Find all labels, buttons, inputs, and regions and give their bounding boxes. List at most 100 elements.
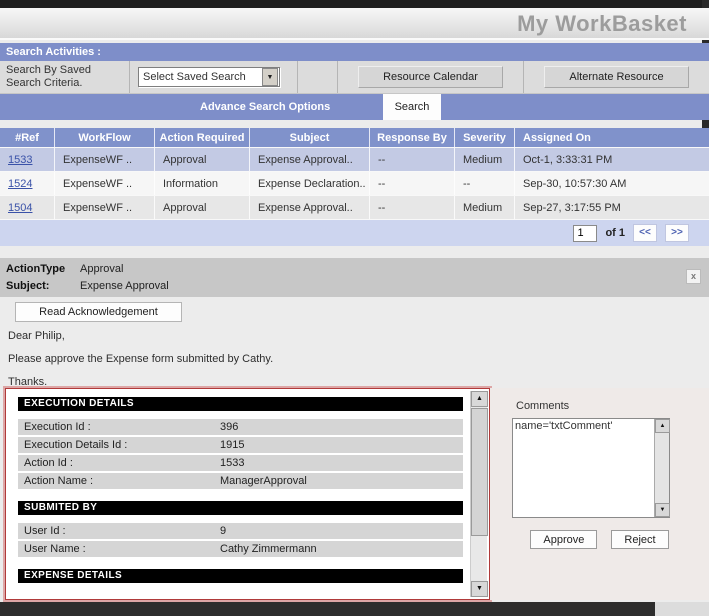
search-button[interactable]: Search xyxy=(383,94,441,120)
resource-calendar-button[interactable]: Resource Calendar xyxy=(358,66,503,88)
cell-response-by: -- xyxy=(370,148,455,171)
bottom-bar-right xyxy=(655,602,709,616)
search-activities-bar: Search Activities : xyxy=(0,43,709,61)
detail-label: Action Name : xyxy=(24,475,94,487)
action-type-value: Approval xyxy=(80,263,124,275)
detail-value: Cathy Zimmermann xyxy=(220,543,317,555)
detail-value: 396 xyxy=(220,421,239,433)
scroll-up-icon[interactable]: ▲ xyxy=(655,419,670,433)
approve-button[interactable]: Approve xyxy=(530,530,598,549)
ref-link[interactable]: 1524 xyxy=(8,178,32,190)
column-header-ref: #Ref xyxy=(0,128,55,147)
execution-detail-panel: EXECUTION DETAILS Execution Id : 396 Exe… xyxy=(5,388,490,600)
column-header-response-by: Response By xyxy=(370,128,455,147)
cell-workflow: ExpenseWF .. xyxy=(55,196,155,219)
column-header-action-required: Action Required xyxy=(155,128,250,147)
page-count-label: of 1 xyxy=(605,227,625,239)
saved-search-criteria-label: Search By Saved Search Criteria. xyxy=(0,61,130,93)
cell-severity: Medium xyxy=(455,196,515,219)
section-header-expense-details: EXPENSE DETAILS xyxy=(18,569,463,583)
cell-action-required: Information xyxy=(155,172,250,195)
close-icon[interactable]: x xyxy=(686,269,701,284)
worklist-table: #Ref WorkFlow Action Required Subject Re… xyxy=(0,128,709,220)
prev-page-button[interactable]: << xyxy=(633,224,657,242)
column-header-severity: Severity xyxy=(455,128,515,147)
detail-value: 1915 xyxy=(220,439,245,451)
alternate-resource-button[interactable]: Alternate Resource xyxy=(544,66,689,88)
scroll-up-icon[interactable]: ▲ xyxy=(471,391,488,407)
pagination-bar: of 1 << >> xyxy=(0,220,709,246)
cell-severity: -- xyxy=(455,172,515,195)
worklist-header-row: #Ref WorkFlow Action Required Subject Re… xyxy=(0,128,709,148)
column-header-workflow: WorkFlow xyxy=(55,128,155,147)
advance-search-bar: Advance Search Options Search xyxy=(0,94,709,120)
search-criteria-row: Search By Saved Search Criteria. Select … xyxy=(0,61,709,94)
workbasket-page: My WorkBasket Search Activities : Search… xyxy=(0,0,709,616)
cell-severity: Medium xyxy=(455,148,515,171)
column-header-subject: Subject xyxy=(250,128,370,147)
ref-link[interactable]: 1504 xyxy=(8,202,32,214)
detail-label: Execution Details Id : xyxy=(24,439,128,451)
ref-link[interactable]: 1533 xyxy=(8,154,32,166)
cell-response-by: -- xyxy=(370,172,455,195)
cell-workflow: ExpenseWF .. xyxy=(55,172,155,195)
cell-assigned-on: Oct-1, 3:33:31 PM xyxy=(523,153,613,166)
resource-calendar-cell: Resource Calendar xyxy=(338,61,524,93)
criteria-spacer xyxy=(298,61,338,93)
detail-row: Execution Details Id : 1915 xyxy=(18,437,463,453)
cell-subject: Expense Declaration.. xyxy=(250,172,370,195)
subject-value: Expense Approval xyxy=(80,280,169,292)
detail-row: User Id : 9 xyxy=(18,523,463,539)
detail-row: User Name : Cathy Zimmermann xyxy=(18,541,463,557)
comment-textarea[interactable]: name='txtComment' xyxy=(513,419,654,517)
chevron-down-icon[interactable]: ▼ xyxy=(262,68,278,86)
top-window-bar xyxy=(0,0,709,8)
detail-label: User Name : xyxy=(24,543,86,555)
reject-button[interactable]: Reject xyxy=(611,530,669,549)
detail-panel-scrollbar[interactable]: ▲ ▼ xyxy=(470,391,488,597)
section-header-submited-by: SUBMITED BY xyxy=(18,501,463,515)
detail-value: 1533 xyxy=(220,457,245,469)
next-page-button[interactable]: >> xyxy=(665,224,689,242)
scroll-down-icon[interactable]: ▼ xyxy=(471,581,488,597)
comments-scrollbar[interactable]: ▲ ▼ xyxy=(654,419,670,517)
scrollbar-thumb[interactable] xyxy=(471,408,488,536)
read-acknowledgement-button[interactable]: Read Acknowledgement xyxy=(15,302,182,322)
detail-value: 9 xyxy=(220,525,227,537)
cell-subject: Expense Approval.. xyxy=(250,196,370,219)
comments-panel: Comments name='txtComment' ▲ ▼ Approve R… xyxy=(490,388,709,600)
detail-row: Action Id : 1533 xyxy=(18,455,463,471)
detail-row: Execution Id : 396 xyxy=(18,419,463,435)
detail-label: Execution Id : xyxy=(24,421,91,433)
subject-label: Subject: xyxy=(6,280,50,292)
cell-workflow: ExpenseWF .. xyxy=(55,148,155,171)
detail-value: ManagerApproval xyxy=(220,475,307,487)
saved-search-cell: Select Saved Search ▼ xyxy=(130,61,298,93)
comments-label: Comments xyxy=(516,400,570,412)
page-title: My WorkBasket xyxy=(517,11,687,36)
message-line: Thanks. xyxy=(8,376,48,388)
cell-action-required: Approval xyxy=(155,196,250,219)
table-row[interactable]: 1504 ExpenseWF .. Approval Expense Appro… xyxy=(0,196,709,220)
message-line: Please approve the Expense form submitte… xyxy=(8,353,274,365)
column-header-assigned-on: Assigned On xyxy=(523,131,591,144)
table-row[interactable]: 1524 ExpenseWF .. Information Expense De… xyxy=(0,172,709,196)
table-row[interactable]: 1533 ExpenseWF .. Approval Expense Appro… xyxy=(0,148,709,172)
bottom-bar xyxy=(0,602,655,616)
comments-box: name='txtComment' ▲ ▼ xyxy=(512,418,670,518)
advance-search-options-link[interactable]: Advance Search Options xyxy=(200,94,330,120)
saved-search-selected-value: Select Saved Search xyxy=(143,71,246,83)
section-header-execution-details: EXECUTION DETAILS xyxy=(18,397,463,411)
scroll-down-icon[interactable]: ▼ xyxy=(655,503,670,517)
title-bar: My WorkBasket xyxy=(0,8,709,40)
cell-response-by: -- xyxy=(370,196,455,219)
page-number-input[interactable] xyxy=(573,224,598,242)
cell-subject: Expense Approval.. xyxy=(250,148,370,171)
detail-row: Action Name : ManagerApproval xyxy=(18,473,463,489)
task-detail-header: ActionType Approval Subject: Expense App… xyxy=(0,258,709,297)
cell-action-required: Approval xyxy=(155,148,250,171)
saved-search-select[interactable]: Select Saved Search ▼ xyxy=(138,67,280,87)
alternate-resource-cell: Alternate Resource xyxy=(524,61,709,93)
cell-assigned-on: Sep-27, 3:17:55 PM xyxy=(523,201,621,214)
action-type-label: ActionType xyxy=(6,263,66,275)
